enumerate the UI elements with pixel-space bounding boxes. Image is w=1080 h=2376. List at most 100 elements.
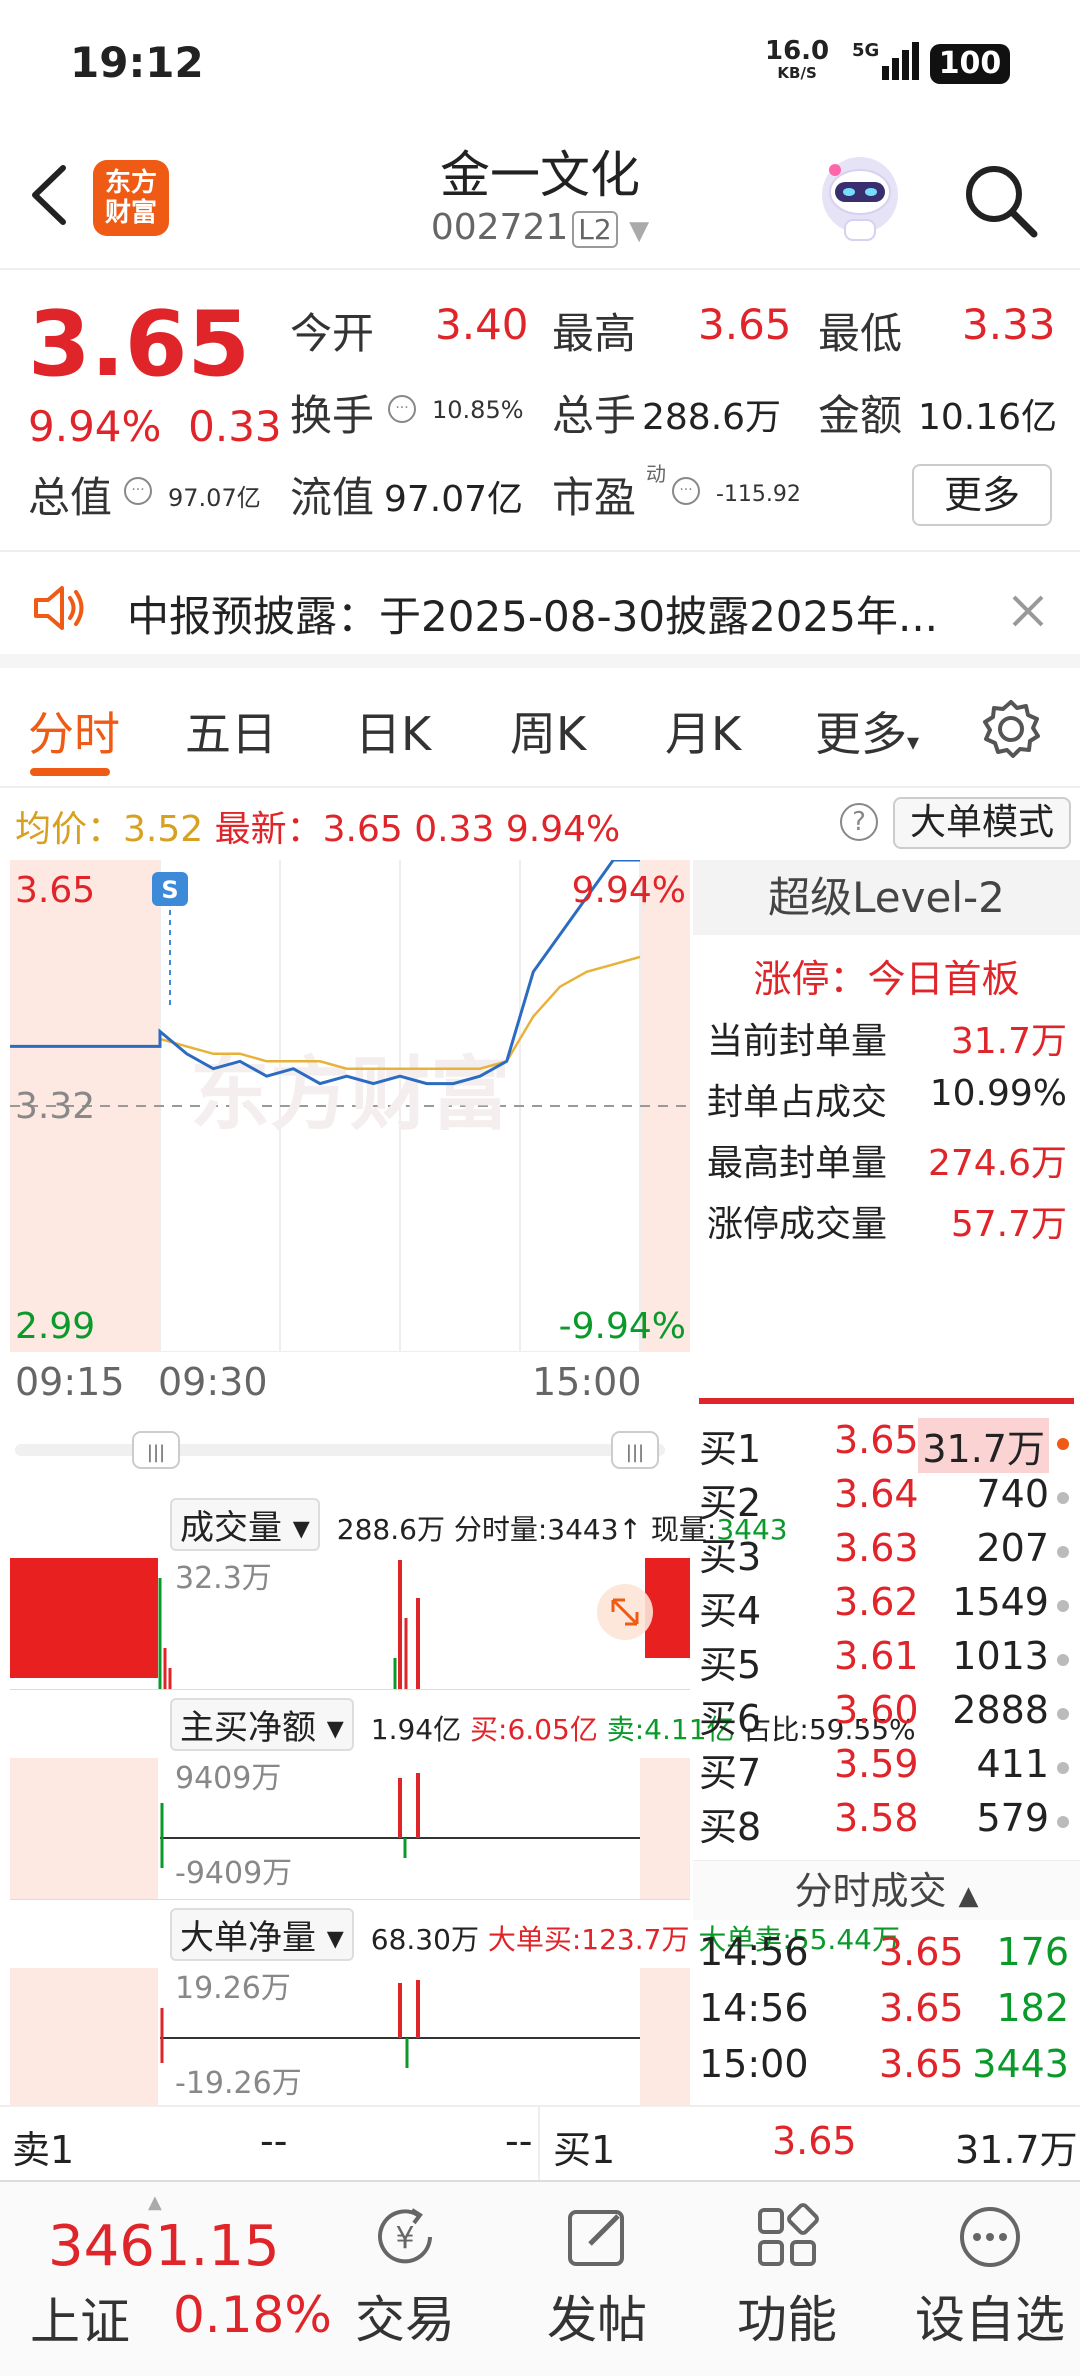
ticks-header[interactable]: 分时成交 ▲ <box>693 1860 1080 1920</box>
caret-up-icon: ▲ <box>958 1881 979 1911</box>
bid-row: 买5 3.61 1013 <box>699 1634 1069 1688</box>
low-label: 最低 <box>818 309 903 358</box>
net-buy-panel: 主买净额 ▾ 1.94亿 买:6.05亿 卖:4.11亿 占比:59.55% 9… <box>0 1690 916 1900</box>
x-axis-label: 09:30 <box>158 1360 268 1404</box>
tab-more[interactable]: 更多▾ <box>815 698 919 764</box>
info-dots-icon[interactable]: ··· <box>388 395 416 423</box>
notice-bar[interactable]: 中报预披露：于2025-08-30披露2025年... <box>0 553 1080 668</box>
info-dots-icon[interactable]: ··· <box>124 477 152 505</box>
time-axis: 09:15 09:30 15:00 <box>0 1360 690 1420</box>
search-icon[interactable] <box>960 160 1040 240</box>
price-change: 9.94% 0.33 <box>28 402 282 451</box>
battery-icon: 100 <box>930 44 1010 84</box>
change-amount: 0.33 <box>188 402 282 451</box>
gear-icon[interactable] <box>980 698 1042 760</box>
pct-axis-bottom: -9.94% <box>559 1306 686 1347</box>
robot-assistant-icon[interactable] <box>815 150 905 245</box>
stock-code-row[interactable]: 002721 L2 ▼ <box>340 207 740 248</box>
expand-icon[interactable] <box>595 1582 655 1642</box>
signal-icon <box>882 42 919 80</box>
nav-add-watchlist[interactable]: 设自选 <box>905 2202 1075 2352</box>
bid-price: 3.61 <box>834 1634 919 1678</box>
caret-up-icon: ▲ <box>148 2192 162 2213</box>
seal-row: 当前封单量 31.7万 <box>707 1012 1067 1064</box>
index-ticker[interactable]: ▲ 3461.15 上证 0.18% <box>28 2192 332 2362</box>
high-value: 3.65 <box>698 300 792 349</box>
help-icon[interactable]: ? <box>840 803 878 841</box>
turnover-label: 换手 <box>290 391 375 440</box>
seal-row-value: 31.7万 <box>950 1021 1067 1062</box>
bid-label: 买4 <box>699 1589 762 1633</box>
signal-badge-label: S <box>161 876 178 904</box>
latest-percent-value: 9.94% <box>505 809 621 850</box>
bid-dot-icon <box>1057 1708 1069 1720</box>
more-quote-button[interactable]: 更多 <box>912 464 1052 526</box>
bid-list[interactable]: 买1 3.65 31.7万 买2 3.64 740 买3 3.63 207 买4 3.62 15… <box>693 1418 1080 1858</box>
tab-five-day[interactable]: 五日 <box>185 698 277 764</box>
more-dots-icon <box>960 2207 1020 2267</box>
seal-ratio-row: 封单占成交 10.99% <box>707 1073 1067 1125</box>
big-order-panel: 大单净量 ▾ 68.30万 大单买:123.7万 大单卖:55.44万 19.2… <box>0 1900 900 2105</box>
big-order-mode-button[interactable]: 大单模式 <box>893 797 1071 849</box>
seal-row-label: 当前封单量 <box>707 1021 888 1062</box>
ticks-list[interactable]: 14:56 3.65 176 14:56 3.65 182 15:00 3.65 3443 <box>693 1930 1080 2110</box>
tick-time: 14:56 <box>699 1930 809 1974</box>
nav-trade[interactable]: ¥ 交易 <box>330 2202 480 2352</box>
app-logo[interactable]: 东方 财富 <box>93 160 169 236</box>
tab-daily-k[interactable]: 日K <box>355 698 431 764</box>
bid-label: 买1 <box>699 1427 762 1471</box>
bid-label: 买3 <box>699 1535 762 1579</box>
bid-dot-icon <box>1057 1492 1069 1504</box>
bid-price: 3.58 <box>834 1796 919 1840</box>
bid-price: 3.62 <box>834 1580 919 1624</box>
level2-title[interactable]: 超级Level-2 <box>693 860 1080 935</box>
volume-panel: 成交量 ▾ 288.6万 分时量:3443↑ 现量:3443 32.3万 <box>0 1490 788 1690</box>
tick-price: 3.65 <box>879 1986 964 2030</box>
net-speed: 16.0 KB/S <box>765 38 829 84</box>
time-range-slider[interactable]: ||| ||| <box>15 1430 665 1470</box>
x-axis-label: 09:15 <box>15 1360 125 1404</box>
pe-label: 市盈 <box>552 473 637 522</box>
amount-label: 金额 <box>818 391 903 440</box>
nav-post[interactable]: 发帖 <box>522 2202 672 2352</box>
close-icon[interactable] <box>1010 593 1046 629</box>
bid-label: 买2 <box>699 1481 762 1525</box>
back-arrow-icon[interactable] <box>25 160 75 230</box>
limit-volume-value: 57.7万 <box>950 1204 1067 1245</box>
per-min-value: 3443↑ <box>547 1513 643 1546</box>
nav-post-label: 发帖 <box>547 2291 647 2349</box>
latest-price-label: 最新： <box>214 809 323 850</box>
nav-trade-label: 交易 <box>355 2291 455 2349</box>
net-buy-value: 1.94亿 <box>370 1713 462 1746</box>
bid-qty: 411 <box>976 1742 1049 1786</box>
nav-functions[interactable]: 功能 <box>712 2202 862 2352</box>
edit-icon <box>568 2210 624 2266</box>
volume-total: 288.6万 <box>336 1513 445 1546</box>
y-axis-bottom: 2.99 <box>15 1306 95 1347</box>
volume-dropdown[interactable]: 成交量 ▾ <box>170 1498 320 1551</box>
big-order-buy: 大单买:123.7万 <box>487 1923 690 1956</box>
max-seal-value: 274.6万 <box>927 1143 1067 1184</box>
bid-row: 买7 3.59 411 <box>699 1742 1069 1796</box>
price-info-text: 均价：3.52 最新：3.65 0.33 9.94% <box>15 800 620 852</box>
bid-qty: 740 <box>976 1472 1049 1516</box>
turnover-value: 10.85% <box>432 396 524 424</box>
bid-label: 买5 <box>699 1643 762 1687</box>
tab-weekly-k[interactable]: 周K <box>510 698 586 764</box>
tab-monthly-k[interactable]: 月K <box>665 698 741 764</box>
market-cap-label: 总值 <box>28 473 113 522</box>
tick-qty: 182 <box>996 1986 1069 2030</box>
ask-bid-row[interactable]: 卖1 -- -- 买1 3.65 31.7万 <box>0 2105 1080 2182</box>
big-order-dropdown[interactable]: 大单净量 ▾ <box>170 1908 354 1961</box>
bid-price: 3.59 <box>834 1742 919 1786</box>
tab-intraday[interactable]: 分时 <box>28 698 120 764</box>
info-dots-icon[interactable]: ··· <box>672 477 700 505</box>
ask1-label: 卖1 <box>12 2128 75 2172</box>
tick-qty: 3443 <box>972 2042 1069 2086</box>
net-buy-dropdown[interactable]: 主买净额 ▾ <box>170 1698 354 1751</box>
index-name: 上证 <box>30 2293 130 2351</box>
big-order-chart: 19.26万 -19.26万 <box>10 1968 690 2105</box>
volume-label: 总手 <box>552 391 637 440</box>
index-percent: 0.18% <box>173 2286 332 2344</box>
intraday-chart[interactable]: 东方财富 S 3.65 3.32 2.99 9.94% -9.94% <box>10 860 690 1352</box>
